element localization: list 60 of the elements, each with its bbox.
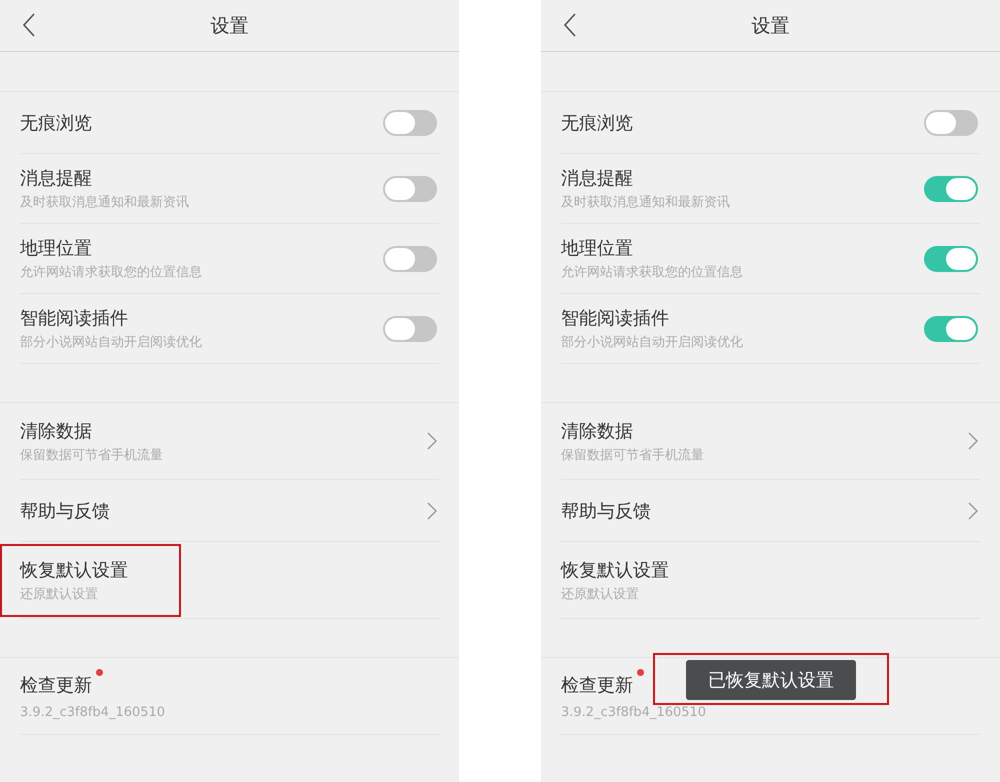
row-subtitle: 保留数据可节省手机流量 [561, 446, 704, 464]
row-subtitle: 部分小说网站自动开启阅读优化 [20, 334, 202, 351]
row-subtitle: 及时获取消息通知和最新资讯 [20, 194, 189, 211]
row-title: 无痕浏览 [561, 112, 633, 134]
row-title: 清除数据 [561, 420, 633, 442]
screen-title: 设置 [210, 14, 248, 38]
settings-row[interactable]: 智能阅读插件 部分小说网站自动开启阅读优化 [541, 294, 1000, 364]
toggle-switch[interactable] [924, 110, 978, 136]
screen-title: 设置 [752, 14, 790, 38]
row-subtitle: 部分小说网站自动开启阅读优化 [561, 334, 743, 351]
row-subtitle: 允许网站请求获取您的位置信息 [20, 264, 202, 281]
row-subtitle: 3.9.2_c3f8fb4_160510 [20, 704, 166, 720]
row-subtitle: 保留数据可节省手机流量 [20, 446, 163, 464]
chevron-icon [968, 432, 978, 450]
row-title: 恢复默认设置 [20, 558, 128, 582]
settings-row[interactable]: 帮助与反馈 [541, 480, 1000, 542]
settings-row[interactable]: 检查更新 3.9.2_c3f8fb4_160510 [0, 658, 459, 735]
row-title: 消息提醒 [561, 167, 633, 190]
toggle-switch[interactable] [383, 110, 437, 136]
row-title: 智能阅读插件 [561, 307, 669, 330]
row-title: 检查更新 [561, 674, 633, 696]
settings-row[interactable]: 无痕浏览 [0, 92, 459, 154]
settings-row[interactable]: 地理位置 允许网站请求获取您的位置信息 [541, 224, 1000, 294]
settings-row[interactable]: 帮助与反馈 [0, 480, 459, 542]
row-title: 消息提醒 [20, 167, 92, 190]
toggle-switch[interactable] [924, 316, 978, 342]
chevron-icon [968, 502, 978, 520]
settings-row[interactable]: 无痕浏览 [541, 92, 1000, 154]
row-title: 检查更新 [20, 674, 92, 696]
toggle-switch[interactable] [383, 246, 437, 272]
settings-row[interactable]: 清除数据 保留数据可节省手机流量 [0, 403, 459, 480]
row-subtitle: 允许网站请求获取您的位置信息 [561, 264, 743, 281]
settings-row[interactable]: 地理位置 允许网站请求获取您的位置信息 [0, 224, 459, 294]
row-title: 地理位置 [20, 237, 92, 260]
toast-message: 已恢复默认设置 [686, 660, 856, 700]
settings-row[interactable]: 智能阅读插件 部分小说网站自动开启阅读优化 [0, 294, 459, 364]
chevron-icon [427, 432, 437, 450]
settings-row[interactable]: 恢复默认设置 还原默认设置 [0, 542, 459, 619]
row-title: 恢复默认设置 [561, 558, 669, 582]
row-title: 帮助与反馈 [561, 500, 651, 522]
row-subtitle: 还原默认设置 [561, 586, 640, 602]
row-subtitle: 还原默认设置 [20, 586, 99, 602]
chevron-icon [427, 502, 437, 520]
settings-row[interactable]: 恢复默认设置 还原默认设置 [541, 542, 1000, 619]
row-subtitle: 3.9.2_c3f8fb4_160510 [561, 704, 706, 720]
settings-row[interactable]: 消息提醒 及时获取消息通知和最新资讯 [541, 154, 1000, 224]
back-icon[interactable] [22, 13, 36, 37]
row-title: 无痕浏览 [20, 112, 92, 134]
row-subtitle: 及时获取消息通知和最新资讯 [561, 194, 730, 211]
row-title: 帮助与反馈 [20, 500, 110, 522]
toggle-switch[interactable] [383, 176, 437, 202]
row-title: 清除数据 [20, 420, 92, 442]
toggle-switch[interactable] [383, 316, 437, 342]
toggle-switch[interactable] [924, 176, 978, 202]
row-title: 智能阅读插件 [20, 307, 128, 330]
settings-row[interactable]: 清除数据 保留数据可节省手机流量 [541, 403, 1000, 480]
row-title: 地理位置 [561, 237, 633, 260]
settings-row[interactable]: 消息提醒 及时获取消息通知和最新资讯 [0, 154, 459, 224]
back-icon[interactable] [563, 13, 577, 37]
toggle-switch[interactable] [924, 246, 978, 272]
